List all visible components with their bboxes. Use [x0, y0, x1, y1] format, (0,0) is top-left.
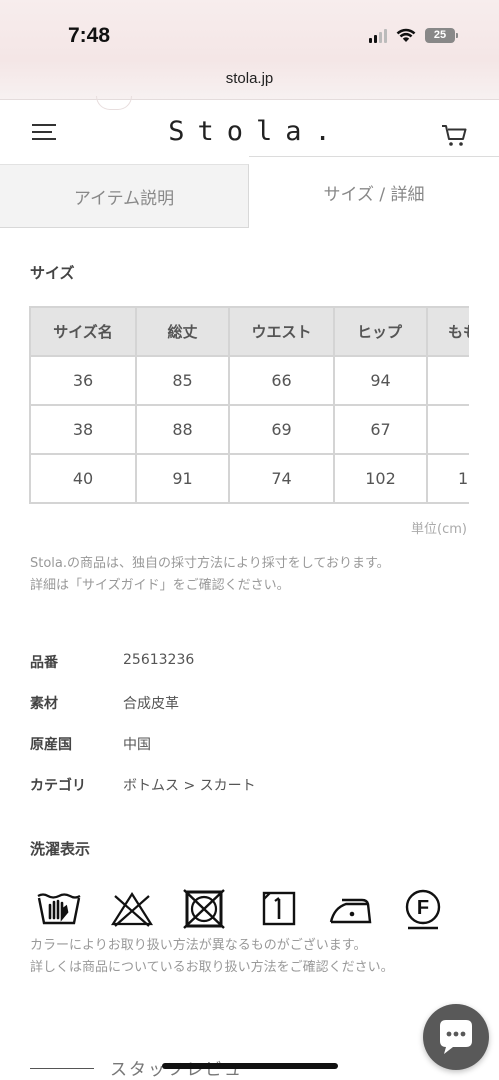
table-cell: 1 [426, 453, 469, 504]
table-cell: 85 [135, 355, 230, 406]
spec-value: 合成皮革 [123, 696, 179, 712]
size-section-title: サイズ [30, 264, 75, 282]
table-cell [426, 355, 469, 406]
spec-row-category: カテゴリ ボトムス > スカート [30, 775, 470, 799]
cart-icon[interactable] [441, 123, 467, 147]
line-dry-icon [262, 891, 296, 926]
chat-button[interactable] [423, 1004, 489, 1070]
hand-wash-icon [37, 893, 81, 925]
iron-low-icon [329, 898, 372, 924]
size-table-container[interactable]: サイズ名 総丈 ウエスト ヒップ もも 36 85 66 94 38 88 69… [29, 306, 469, 504]
table-cell: 38 [29, 404, 137, 455]
table-header-cell: ウエスト [228, 306, 335, 357]
tab-item-description[interactable]: アイテム説明 [0, 164, 249, 228]
spec-value[interactable]: ボトムス > スカート [123, 775, 256, 795]
spec-value: 25613236 [123, 652, 195, 668]
dry-clean-f-icon: F [405, 889, 441, 930]
table-cell: 66 [228, 355, 335, 406]
browser-url-bar[interactable]: stola.jp [0, 60, 499, 100]
size-note-line: Stola.の商品は、独自の採寸方法により採寸をしております。 [30, 556, 390, 571]
spec-label: 原産国 [30, 737, 72, 753]
table-cell: 94 [333, 355, 428, 406]
product-tabs: アイテム説明 サイズ / 詳細 [0, 156, 499, 228]
site-header: Stola. [0, 100, 499, 156]
laundry-note-line: カラーによりお取り扱い方法が異なるものがございます。 [30, 938, 367, 953]
table-cell: 88 [135, 404, 230, 455]
size-table: サイズ名 総丈 ウエスト ヒップ もも 36 85 66 94 38 88 69… [29, 306, 469, 504]
table-cell: 40 [29, 453, 137, 504]
cellular-signal-icon [369, 28, 387, 43]
spec-label: 素材 [30, 696, 58, 712]
table-cell [426, 404, 469, 455]
table-header-row: サイズ名 総丈 ウエスト ヒップ もも [29, 306, 469, 357]
spec-row-material: 素材 合成皮革 [30, 693, 470, 717]
table-cell: 69 [228, 404, 335, 455]
table-header-cell: ヒップ [333, 306, 428, 357]
no-bleach-icon [111, 891, 153, 927]
url-text[interactable]: stola.jp [0, 70, 499, 87]
staff-review-divider [30, 1068, 94, 1069]
table-cell: 67 [333, 404, 428, 455]
spec-label: カテゴリ [30, 778, 86, 794]
table-header-cell: もも [426, 306, 469, 357]
tab-size-details[interactable]: サイズ / 詳細 [249, 156, 499, 228]
dry-clean-letter: F [417, 897, 429, 919]
battery-icon: 25 [425, 28, 458, 43]
no-tumble-dry-icon [183, 889, 225, 929]
home-indicator[interactable] [162, 1063, 338, 1069]
unit-label: 単位(cm) [411, 522, 467, 537]
table-row: 38 88 69 67 [29, 404, 469, 455]
laundry-note-line: 詳しくは商品についているお取り扱い方法をご確認ください。 [30, 960, 394, 975]
table-row: 40 91 74 102 1 [29, 453, 469, 504]
wifi-icon [396, 28, 416, 42]
spec-value: 中国 [123, 737, 151, 753]
site-logo[interactable]: Stola. [0, 116, 499, 147]
spec-row-item-number: 品番 25613236 [30, 652, 470, 676]
status-bar: 7:48 25 [0, 0, 499, 60]
table-header-cell: サイズ名 [29, 306, 137, 357]
status-time: 7:48 [68, 24, 111, 47]
spec-row-origin: 原産国 中国 [30, 734, 470, 758]
table-header-cell: 総丈 [135, 306, 230, 357]
table-cell: 91 [135, 453, 230, 504]
table-cell: 74 [228, 453, 335, 504]
laundry-section-title: 洗濯表示 [30, 840, 91, 858]
spec-label: 品番 [30, 655, 58, 671]
table-cell: 102 [333, 453, 428, 504]
status-icons: 25 [369, 28, 458, 43]
chat-bubble-icon [440, 1020, 472, 1054]
laundry-note: カラーによりお取り扱い方法が異なるものがございます。 詳しくは商品についているお… [30, 935, 394, 979]
size-note: Stola.の商品は、独自の採寸方法により採寸をしております。 詳細は「サイズガ… [30, 553, 390, 597]
table-row: 36 85 66 94 [29, 355, 469, 406]
size-note-line: 詳細は「サイズガイド」をご確認ください。 [30, 578, 290, 593]
table-cell: 36 [29, 355, 137, 406]
